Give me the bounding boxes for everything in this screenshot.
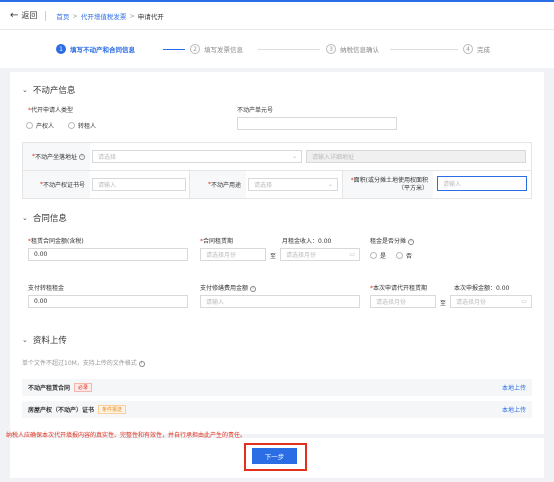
address-detail-input[interactable]: 请输入详细地址 xyxy=(306,150,526,163)
step-label: 完成 xyxy=(477,46,490,54)
current-start-month[interactable]: 请选择月份 xyxy=(370,295,436,308)
next-step-button[interactable]: 下一步 xyxy=(252,448,297,464)
info-icon: i xyxy=(138,360,145,367)
info-icon: i xyxy=(79,153,85,160)
step-connector xyxy=(163,49,185,50)
property-section-header[interactable]: ⌄ 不动产信息 xyxy=(22,84,75,96)
header-divider xyxy=(45,10,47,21)
contract-amount-label: *租赁合同金额(含税) xyxy=(28,238,84,245)
chevron-down-icon: ⌄ xyxy=(291,153,297,160)
contract-section-header[interactable]: ⌄ 合同信息 xyxy=(22,212,67,224)
step-label: 填写不动产和合同信息 xyxy=(70,46,135,54)
unit-no-label: 不动产单元号 xyxy=(237,107,274,114)
radio-split-yes[interactable]: 是 xyxy=(370,251,386,260)
contract-start-month[interactable]: 请选择月份 xyxy=(200,248,266,261)
form-card: ⌄ 不动产信息 *代开申请人类型 产权人 转租人 不动产单元号 * 不动产坐落地址… xyxy=(10,72,544,434)
radio-circle xyxy=(68,122,75,129)
applicant-type-label: *代开申请人类型 xyxy=(28,107,74,114)
calendar-icon: ▭ xyxy=(349,251,355,258)
split-label: 租金是否分摊 i xyxy=(370,236,415,245)
contract-period-label: *合同租赁期 xyxy=(200,238,234,245)
step-number: 1 xyxy=(56,44,66,54)
upload-button[interactable]: 本地上传 xyxy=(502,383,526,392)
radio-owner[interactable]: 产权人 xyxy=(26,121,54,130)
area-label: *面积(或分摊土地使用权面积（平方米） xyxy=(343,171,433,198)
radio-circle xyxy=(26,122,33,129)
upload-section-title: 资料上传 xyxy=(32,336,67,346)
step-number: 3 xyxy=(326,44,336,54)
footer-bar: 下一步 xyxy=(10,438,544,478)
breadcrumb-separator: > xyxy=(72,11,78,20)
step-connector xyxy=(258,49,320,50)
chevron-down-icon: ⌄ xyxy=(22,86,28,94)
transfer-rent-label: 支付转租租金 xyxy=(28,285,65,292)
radio-circle xyxy=(396,252,403,259)
step-connector xyxy=(390,49,458,50)
radio-circle xyxy=(370,252,377,259)
chevron-down-icon: ⌄ xyxy=(22,214,28,222)
required-tag: 必录 xyxy=(74,383,93,392)
current-amount-label: 本次申报金额：0.00 xyxy=(454,285,510,292)
area-input[interactable]: 请输入 xyxy=(437,176,527,191)
step-4: 4 完成 xyxy=(463,44,490,54)
unit-no-input[interactable] xyxy=(237,117,397,130)
upload-section-header[interactable]: ⌄ 资料上传 xyxy=(22,334,67,346)
step-label: 填写发票信息 xyxy=(204,46,243,54)
property-section-title: 不动产信息 xyxy=(32,86,76,96)
upload-button[interactable]: 本地上传 xyxy=(502,405,526,414)
progress-steps: 1 填写不动产和合同信息 2 填写发票信息 3 纳税信息确认 4 完成 xyxy=(0,30,554,68)
breadcrumb-invoice[interactable]: 代开增值税发票 xyxy=(81,11,127,21)
current-period-label: *本次申请代开租赁期 xyxy=(370,285,428,292)
page-header: ← 返回 首页 > 代开增值税发票 > 申请代开 xyxy=(0,2,554,30)
radio-sublessor[interactable]: 转租人 xyxy=(68,121,96,130)
back-button[interactable]: ← 返回 xyxy=(10,10,37,21)
repair-cost-input[interactable]: 请输入 xyxy=(200,295,360,308)
use-select[interactable]: 请选择 ⌄ xyxy=(248,178,338,191)
chevron-down-icon: ⌄ xyxy=(22,336,28,344)
cert-input[interactable]: 请输入 xyxy=(92,178,186,191)
calendar-icon: ▭ xyxy=(521,298,527,305)
info-icon: i xyxy=(250,285,257,292)
upload-item-name: 不动产租赁合同 xyxy=(28,385,71,392)
address-select[interactable]: 请选择 ⌄ xyxy=(92,150,302,163)
info-icon: i xyxy=(408,238,415,245)
step-2: 2 填写发票信息 xyxy=(190,44,243,54)
arrow-left-icon: ← xyxy=(10,10,19,21)
address-label: * 不动产坐落地址 i xyxy=(23,143,90,170)
range-to-label: 至 xyxy=(440,300,447,307)
contract-section-title: 合同信息 xyxy=(32,214,67,224)
step-3: 3 纳税信息确认 xyxy=(326,44,379,54)
chevron-down-icon: ⌄ xyxy=(327,181,333,188)
upload-item-name: 房屋产权（不动产）证书 xyxy=(28,407,95,414)
contract-amount-input[interactable]: 0.00 xyxy=(28,248,188,261)
grid-divider xyxy=(22,170,532,171)
upload-row-contract: 不动产租赁合同 必录 本地上传 xyxy=(22,379,532,396)
monthly-income-label: 月租金收入：0.00 xyxy=(282,238,332,245)
back-label: 返回 xyxy=(21,11,38,20)
upload-hint: 单个文件不超过10M，支持上传的文件格式 i xyxy=(22,358,145,367)
radio-split-no[interactable]: 否 xyxy=(396,251,412,260)
use-label: * 不动产用途 xyxy=(190,171,246,198)
breadcrumb-separator: > xyxy=(129,11,135,20)
cert-label: * 不动产权证书号 xyxy=(23,171,90,198)
repair-cost-label: 支付修缮费用金额 i xyxy=(200,283,257,292)
range-to-label: 至 xyxy=(270,253,277,260)
step-1: 1 填写不动产和合同信息 xyxy=(56,44,135,54)
upload-row-certificate: 房屋产权（不动产）证书 条件报送 本地上传 xyxy=(22,401,532,418)
contract-end-month[interactable]: 请选择月份 ▭ xyxy=(280,248,360,261)
step-label: 纳税信息确认 xyxy=(340,46,379,54)
conditional-tag: 条件报送 xyxy=(98,405,127,414)
step-number: 2 xyxy=(190,44,200,54)
current-end-month[interactable]: 请选择月份 ▭ xyxy=(450,295,532,308)
transfer-rent-input[interactable]: 0.00 xyxy=(28,295,188,308)
breadcrumb-home[interactable]: 首页 xyxy=(56,11,69,21)
breadcrumb-current: 申请代开 xyxy=(137,12,164,21)
step-number: 4 xyxy=(463,44,473,54)
